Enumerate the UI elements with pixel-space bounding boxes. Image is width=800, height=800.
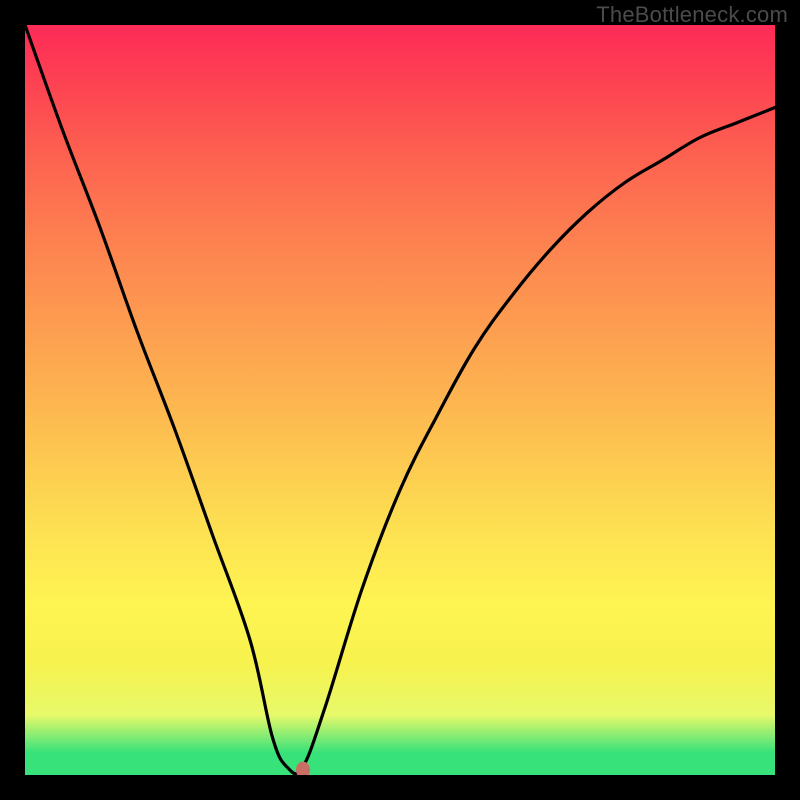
plot-area <box>25 25 775 775</box>
watermark-text: TheBottleneck.com <box>596 2 788 28</box>
bottleneck-curve <box>25 25 775 775</box>
chart-frame: TheBottleneck.com <box>0 0 800 800</box>
curve-path <box>25 25 775 774</box>
optimal-point-marker <box>296 762 310 776</box>
